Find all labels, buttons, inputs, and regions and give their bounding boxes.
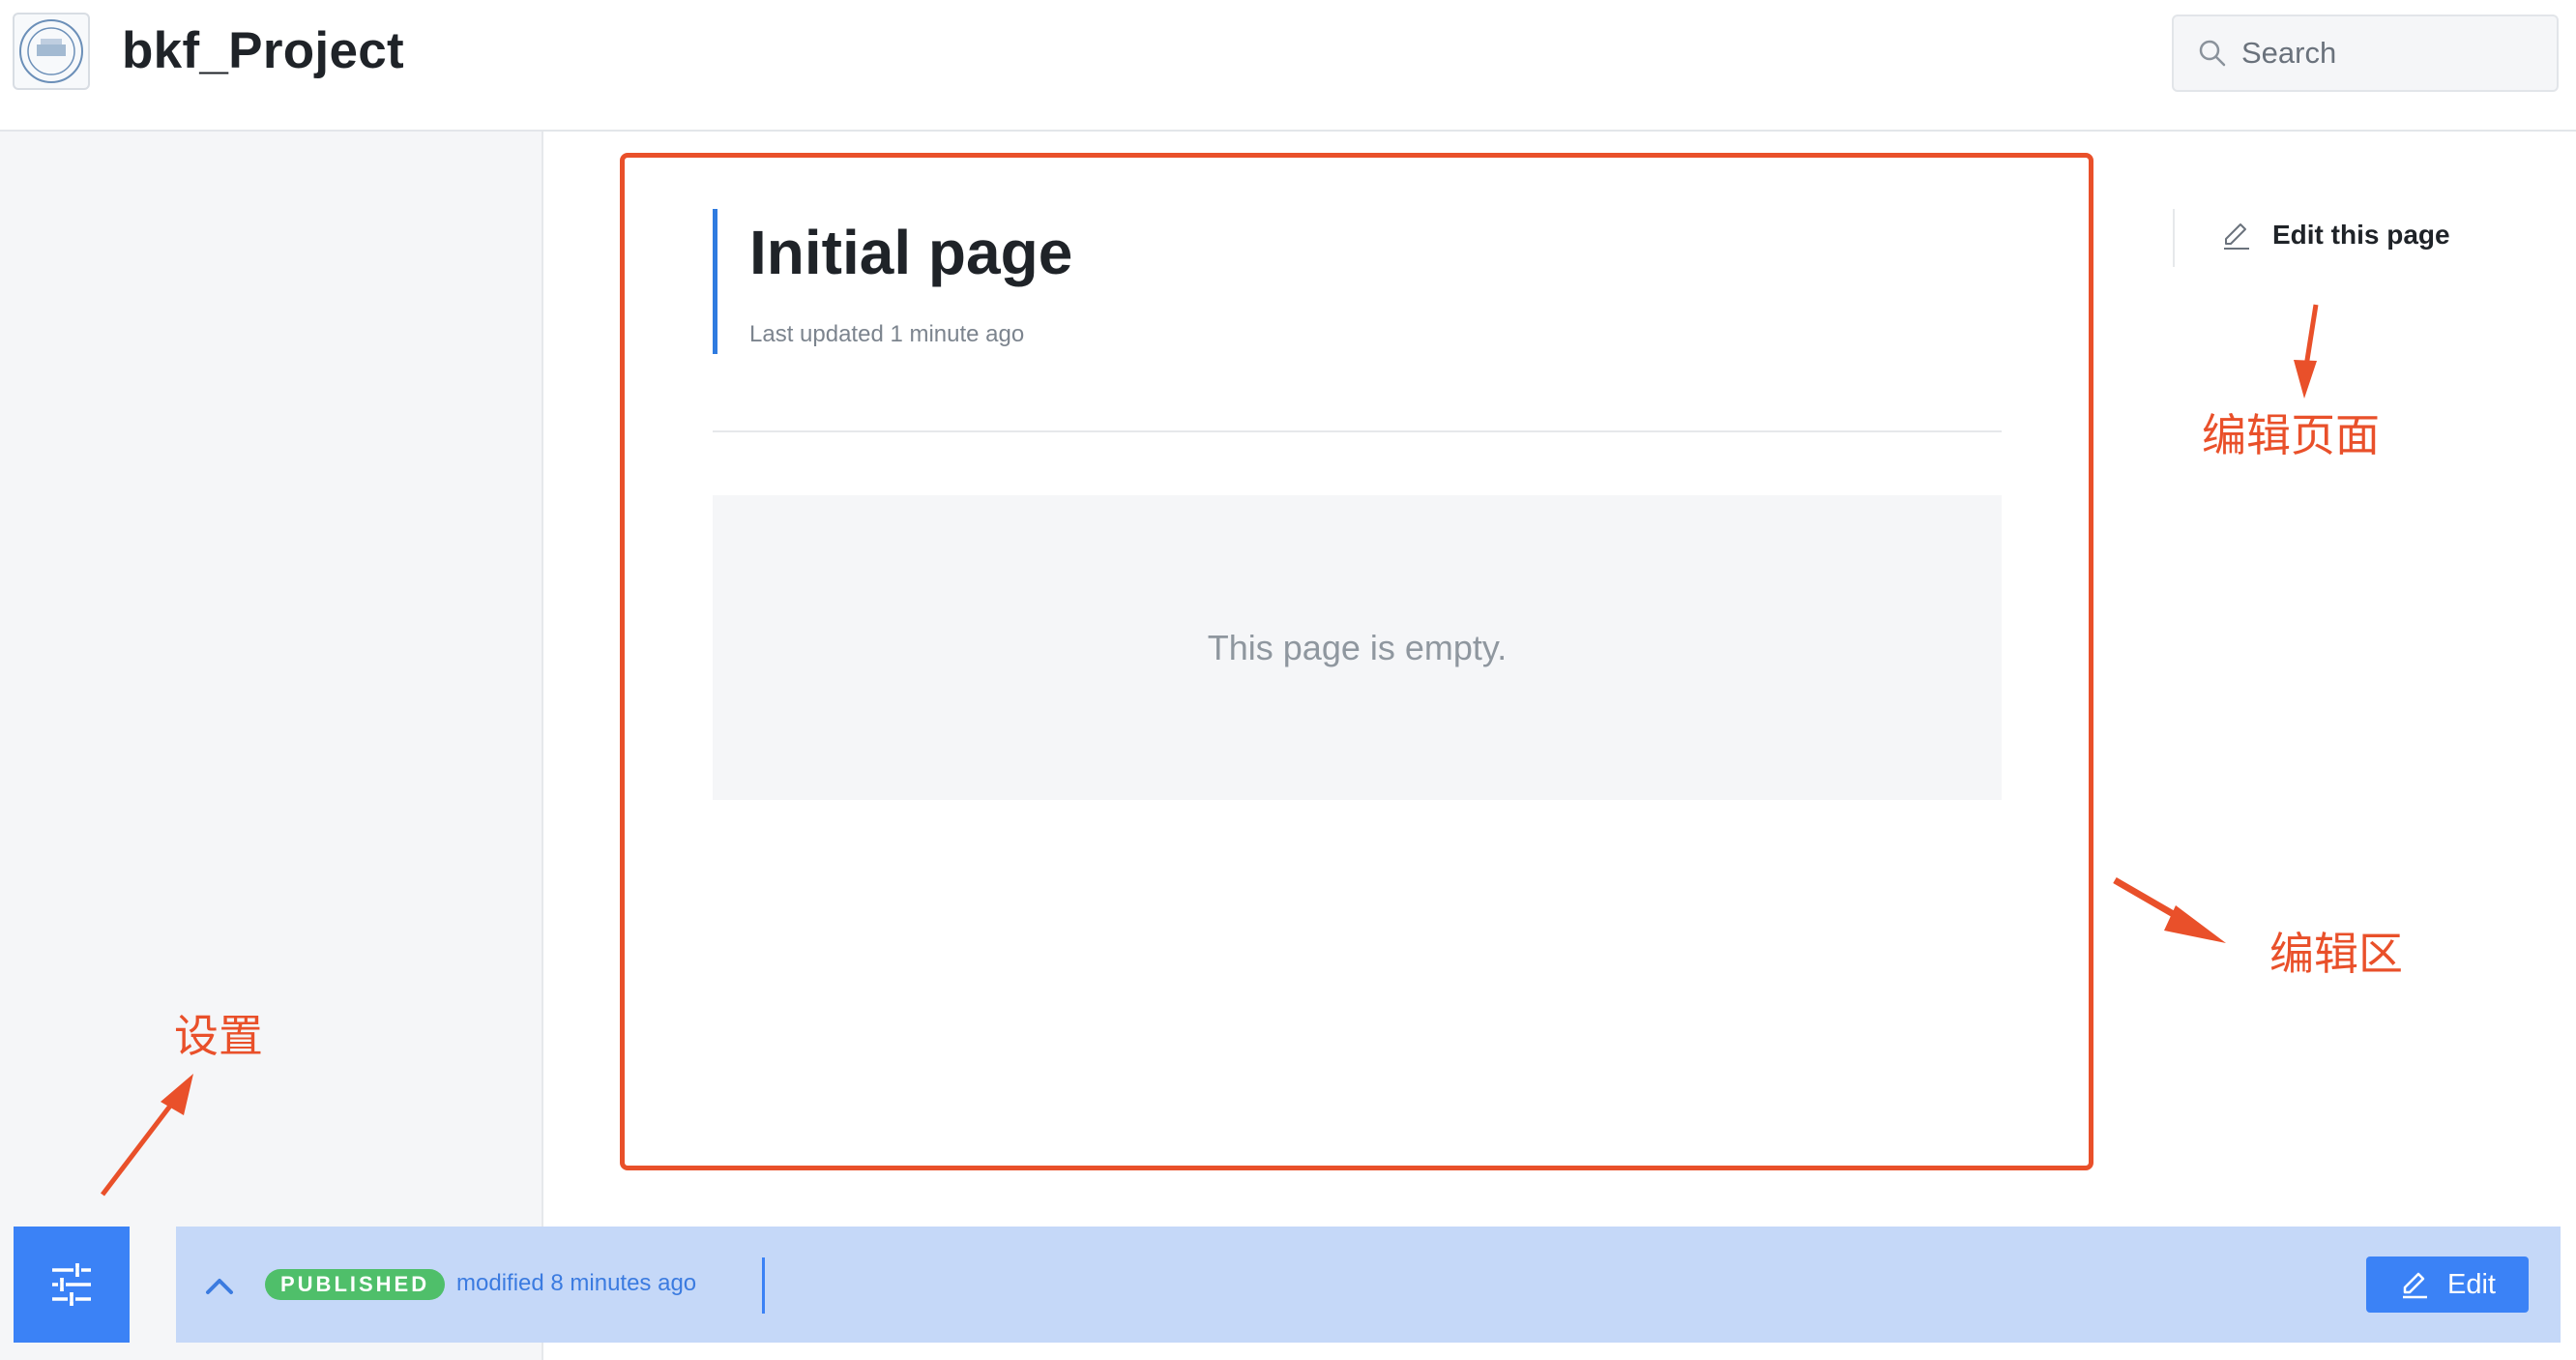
edit-button[interactable]: Edit [2366, 1257, 2529, 1313]
logo-icon[interactable] [13, 13, 90, 90]
search-box[interactable] [2172, 15, 2559, 92]
empty-page-placeholder: This page is empty. [713, 495, 2002, 800]
pencil-icon [2224, 223, 2249, 250]
annotation-edit-page: 编辑页面 [2202, 409, 2380, 461]
content-divider [713, 430, 2002, 432]
edit-this-page-label: Edit this page [2272, 220, 2450, 250]
chevron-up-icon[interactable] [203, 1269, 236, 1302]
annotation-settings: 设置 [174, 1010, 263, 1062]
published-badge: PUBLISHED [265, 1269, 446, 1300]
pencil-icon [2403, 1272, 2427, 1299]
right-panel-divider [2173, 209, 2175, 267]
empty-message: This page is empty. [1207, 627, 1508, 667]
project-title[interactable]: bkf_Project [122, 21, 404, 80]
annotation-edit-area: 编辑区 [2269, 928, 2403, 980]
search-icon [2199, 40, 2226, 67]
edit-this-page-link[interactable]: Edit this page [2220, 219, 2450, 251]
page-status-bar: PUBLISHED modified 8 minutes ago Edit [176, 1227, 2561, 1343]
modified-text: modified 8 minutes ago [456, 1270, 697, 1296]
search-input[interactable] [2241, 36, 2532, 71]
edit-button-label: Edit [2447, 1268, 2496, 1300]
top-header: bkf_Project [0, 0, 2576, 132]
sliders-icon [52, 1263, 91, 1306]
status-divider [762, 1257, 765, 1314]
settings-button[interactable] [14, 1227, 130, 1343]
last-updated-text: Last updated 1 minute ago [749, 321, 1025, 347]
title-accent-bar [713, 209, 717, 354]
page-title: Initial page [749, 218, 1073, 287]
sidebar [0, 132, 543, 1360]
